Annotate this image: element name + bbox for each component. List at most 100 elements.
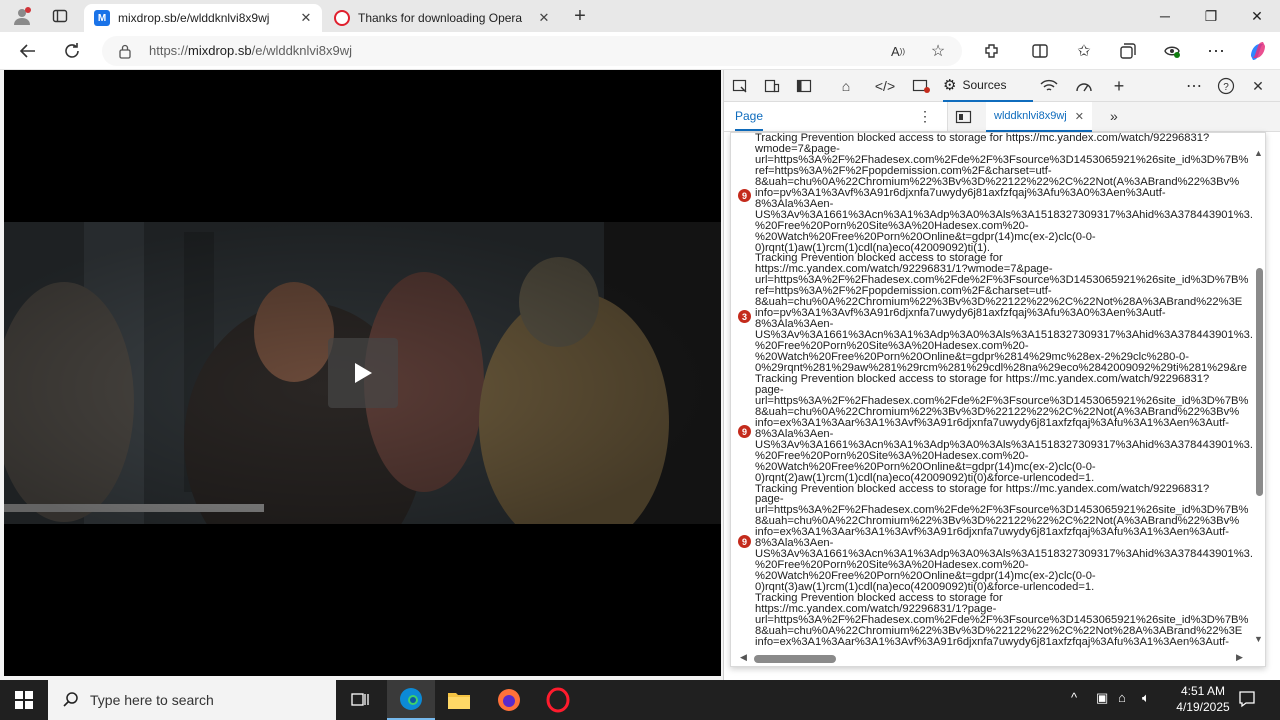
console-line: %20Free%20Porn%20Site%3A%20Hadesex.com%2… — [755, 449, 1029, 462]
svg-text:?: ? — [1223, 82, 1229, 93]
error-count-badge: 3 — [738, 310, 751, 323]
taskbar-opera[interactable] — [534, 680, 582, 720]
opera-favicon-icon — [334, 10, 350, 26]
performance-tab-icon[interactable] — [1072, 75, 1096, 97]
folder-icon — [448, 693, 470, 709]
taskbar-search[interactable]: Type here to search — [48, 680, 336, 720]
favorites-icon[interactable]: ✩ — [1069, 36, 1099, 66]
notifications-icon[interactable] — [1238, 690, 1256, 713]
minimize-button[interactable]: ─ — [1142, 0, 1188, 32]
tab-page[interactable]: Page — [735, 109, 764, 131]
console-line: %20Free%20Porn%20Site%3A%20Hadesex.com%2… — [755, 219, 1029, 232]
split-screen-icon[interactable] — [1025, 36, 1055, 66]
sources-gear-icon: ⚙ — [943, 77, 957, 94]
back-button[interactable] — [13, 36, 43, 66]
show-hidden-icons[interactable]: ^ — [1071, 690, 1077, 705]
tab-mixdrop[interactable]: M mixdrop.sb/e/wlddknlvi8x9wj ✕ — [84, 4, 322, 32]
taskbar-firefox[interactable] — [485, 680, 533, 720]
url-text[interactable]: https://mixdrop.sb/e/wlddknlvi8x9wj — [149, 43, 352, 58]
extensions-icon[interactable] — [977, 36, 1007, 66]
console-line: US%3Av%3A1661%3Acn%3A1%3Adp%3A0%3Als%3A1… — [755, 208, 1254, 221]
console-line: 0)rqnt(2)aw(1)rcm(1)cdl(na)eco(42009092)… — [755, 471, 1095, 484]
console-line: US%3Av%3A1661%3Acn%3A1%3Adp%3A0%3Als%3A1… — [755, 438, 1254, 451]
console-line: %20Watch%20Free%20Porn%20Online&t=gdpr(1… — [755, 460, 1096, 473]
tab-actions-icon[interactable] — [46, 4, 74, 28]
file-tab-label: wlddknlvi8x9wj — [994, 110, 1067, 122]
welcome-home-icon[interactable]: ⌂ — [834, 75, 858, 97]
scroll-down-icon[interactable]: ▼ — [1254, 634, 1263, 644]
favorite-star-icon[interactable]: ☆ — [923, 36, 953, 66]
tab-close-icon[interactable]: ✕ — [534, 10, 554, 26]
network-tab-icon[interactable] — [1037, 75, 1061, 97]
play-icon — [355, 363, 372, 383]
volume-icon[interactable]: 🔈︎ — [1142, 690, 1150, 706]
tab-opera[interactable]: Thanks for downloading Opera ✕ — [324, 4, 560, 32]
error-count-badge: 9 — [738, 425, 751, 438]
toggle-navigator-icon[interactable] — [955, 109, 973, 130]
more-options-icon[interactable]: ⋯ — [1201, 36, 1231, 66]
back-arrow-icon — [19, 44, 35, 58]
console-tab-icon[interactable] — [909, 75, 933, 97]
taskbar-clock[interactable]: 4:51 AM 4/19/2025 — [1166, 683, 1240, 715]
console-line: Tracking Prevention blocked access to st… — [755, 482, 1210, 495]
tab-close-icon[interactable]: ✕ — [296, 10, 316, 26]
mixdrop-favicon-icon: M — [94, 10, 110, 26]
close-window-button[interactable]: ✕ — [1234, 0, 1280, 32]
editor-file-tab[interactable]: wlddknlvi8x9wj ✕ — [986, 102, 1092, 132]
console-text: Tracking Prevention blocked access to st… — [755, 133, 1255, 648]
url-scheme: https:// — [149, 43, 189, 58]
network-icon[interactable]: ⌂ — [1118, 690, 1126, 705]
task-view-button[interactable] — [336, 680, 384, 720]
task-view-icon — [351, 693, 369, 706]
url-path: /e/wlddknlvi8x9wj — [251, 43, 353, 58]
devtools-close-icon[interactable]: ✕ — [1246, 75, 1270, 97]
more-tools-button[interactable]: + — [1107, 75, 1131, 97]
new-tab-button[interactable]: + — [566, 4, 594, 28]
error-count-badge: 9 — [738, 189, 751, 202]
elements-tab-icon[interactable]: </> — [873, 75, 897, 97]
performance-icon[interactable] — [1157, 36, 1187, 66]
clock-date: 4/19/2025 — [1176, 700, 1230, 714]
scroll-up-icon[interactable]: ▲ — [1254, 148, 1263, 158]
search-placeholder: Type here to search — [90, 692, 214, 708]
console-line: info=ex%3A1%3Aar%3A1%3Avf%3A91r6djxnfa7u… — [755, 635, 1230, 648]
edge-icon — [400, 688, 422, 710]
refresh-button[interactable] — [57, 36, 87, 66]
more-tabs-icon[interactable]: » — [1110, 108, 1118, 124]
url-host: mixdrop.sb — [188, 43, 252, 58]
tab-label: Thanks for downloading Opera — [358, 11, 523, 25]
firefox-icon — [498, 689, 520, 711]
horizontal-scrollbar[interactable] — [754, 655, 836, 663]
console-line: Tracking Prevention blocked access to st… — [755, 372, 1210, 385]
devtools-more-icon[interactable]: ⋯ — [1182, 75, 1206, 97]
taskbar-edge[interactable] — [387, 680, 435, 720]
clock-time: 4:51 AM — [1180, 684, 1226, 698]
scroll-right-icon[interactable]: ▶ — [1236, 652, 1243, 663]
taskbar-file-explorer[interactable] — [435, 680, 483, 720]
search-icon — [63, 692, 78, 707]
device-icon[interactable]: ▣ — [1096, 690, 1108, 706]
collections-icon[interactable] — [1113, 36, 1143, 66]
tab-sources[interactable]: ⚙ Sources — [943, 70, 1033, 102]
vertical-scrollbar[interactable] — [1256, 268, 1263, 496]
console-messages[interactable]: Tracking Prevention blocked access to st… — [730, 132, 1266, 667]
play-button[interactable] — [328, 338, 398, 408]
tab-label: mixdrop.sb/e/wlddknlvi8x9wj — [118, 11, 270, 25]
file-tab-close-icon[interactable]: ✕ — [1075, 110, 1084, 123]
maximize-button[interactable]: ❐ — [1188, 0, 1234, 32]
dock-side-icon[interactable] — [792, 75, 816, 97]
error-count-badge: 9 — [738, 535, 751, 548]
lock-icon[interactable] — [118, 43, 132, 64]
windows-logo-icon — [15, 691, 33, 709]
refresh-icon — [65, 43, 79, 58]
copilot-icon[interactable] — [1243, 36, 1273, 66]
help-icon[interactable]: ? — [1214, 75, 1238, 97]
console-line: %20Watch%20Free%20Porn%20Online&t=gdpr(1… — [755, 230, 1096, 243]
scroll-left-icon[interactable]: ◀ — [740, 652, 747, 663]
read-aloud-icon[interactable]: A)) — [883, 36, 913, 66]
device-emulation-icon[interactable] — [760, 75, 784, 97]
profile-icon[interactable] — [8, 4, 36, 28]
navigator-more-icon[interactable]: ⋮ — [918, 108, 932, 125]
inspect-element-icon[interactable] — [728, 75, 752, 97]
start-button[interactable] — [0, 680, 48, 720]
